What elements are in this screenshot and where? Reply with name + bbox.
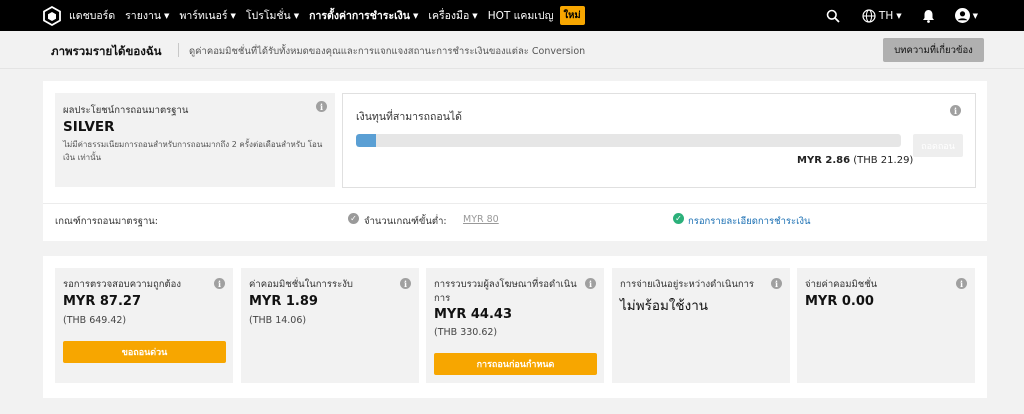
info-icon[interactable]: i [214, 278, 225, 289]
check-circle-icon: ✓ [673, 213, 684, 224]
nav-hot-campaign[interactable]: HOT แคมเปญ [488, 7, 554, 24]
account-menu[interactable]: ▼ [954, 8, 978, 23]
info-icon[interactable]: i [400, 278, 411, 289]
nav-tools-label: เครื่องมือ [428, 10, 470, 22]
nav-partners[interactable]: พาร์ทเนอร์ ▼ [179, 7, 235, 24]
page-title: ภาพรวมรายได้ของฉัน [51, 44, 162, 58]
chevron-down-icon: ▼ [972, 11, 978, 20]
early-withdraw-button[interactable]: การถอนก่อนกำหนด [434, 353, 597, 375]
funds-label: เงินทุนที่สามารถถอนได้ [356, 111, 462, 123]
minimum-threshold-label: จำนวนเกณฑ์ขั้นต่ำ: [364, 216, 447, 227]
card-status: ไม่พร้อมใช้งาน [620, 298, 709, 314]
info-icon[interactable]: i [956, 278, 967, 289]
card-sub-amount: (THB 14.06) [249, 315, 307, 326]
card-amount: MYR 0.00 [805, 294, 874, 309]
user-avatar-icon [954, 8, 970, 23]
nav-tools[interactable]: เครื่องมือ ▼ [428, 7, 477, 24]
nav-partners-label: พาร์ทเนอร์ [179, 10, 228, 22]
check-circle-icon: ✓ [348, 213, 359, 224]
nav-promotions[interactable]: โปรโมชั่น ▼ [246, 7, 299, 24]
withdrawal-progress-bar [356, 134, 901, 147]
page-description: ดูค่าคอมมิชชั่นที่ได้รับทั้งหมดของคุณและ… [189, 46, 586, 57]
nav-promotions-label: โปรโมชั่น [245, 10, 291, 22]
withdrawable-funds-box: เงินทุนที่สามารถถอนได้ i ถอดถอน MYR 2.86… [342, 93, 976, 188]
criteria-label: เกณฑ์การถอนมาตรฐาน: [55, 216, 158, 227]
bell-icon[interactable] [922, 9, 935, 23]
withdrawal-progress-fill [356, 134, 376, 147]
search-icon[interactable] [826, 9, 840, 23]
nav-reports[interactable]: รายงาน ▼ [125, 7, 169, 24]
withdrawal-panel: ผลประโยชน์การถอนมาตรฐาน i SILVER ไม่มีค่… [43, 81, 987, 241]
chevron-down-icon: ▼ [896, 11, 902, 20]
withdrawal-criteria-row: เกณฑ์การถอนมาตรฐาน: ✓ จำนวนเกณฑ์ขั้นต่ำ:… [43, 203, 987, 233]
commission-cards-panel: รอการตรวจสอบความถูกต้อง i MYR 87.27 (THB… [43, 256, 987, 398]
chevron-down-icon: ▼ [472, 11, 478, 20]
card-title: การรวบรวมผู้ลงโฆษณาที่รอดำเนินการ [434, 279, 577, 304]
logo-icon[interactable] [42, 5, 62, 26]
chevron-down-icon: ▼ [412, 11, 419, 20]
funds-amount-thb: (THB 21.29) [853, 155, 914, 166]
card-pending-validation: รอการตรวจสอบความถูกต้อง i MYR 87.27 (THB… [55, 268, 233, 383]
info-icon[interactable]: i [316, 101, 327, 112]
tier-label: ผลประโยชน์การถอนมาตรฐาน [63, 105, 189, 116]
card-pending-advertiser: การรวบรวมผู้ลงโฆษณาที่รอดำเนินการ i MYR … [426, 268, 604, 383]
tier-box: ผลประโยชน์การถอนมาตรฐาน i SILVER ไม่มีค่… [55, 93, 335, 187]
nav-reports-label: รายงาน [125, 10, 162, 22]
language-label: TH [878, 9, 894, 22]
info-icon[interactable]: i [771, 278, 782, 289]
chevron-down-icon: ▼ [164, 11, 170, 20]
card-amount: MYR 1.89 [249, 294, 318, 309]
chevron-down-icon: ▼ [293, 11, 300, 20]
card-title: รอการตรวจสอบความถูกต้อง [63, 279, 182, 290]
nav-payment-settings-label: การตั้งค่าการชำระเงิน [309, 10, 410, 22]
card-title: จ่ายค่าคอมมิชชั่น [805, 279, 878, 290]
card-amount: MYR 44.43 [434, 307, 513, 322]
globe-icon [862, 8, 876, 23]
nav-payment-settings[interactable]: การตั้งค่าการชำระเงิน ▼ [309, 7, 418, 24]
payment-details-link[interactable]: กรอกรายละเอียดการชำระเงิน [688, 214, 810, 229]
withdraw-button[interactable]: ถอดถอน [913, 134, 963, 157]
card-sub-amount: (THB 330.62) [434, 327, 498, 338]
top-navigation-bar: แดชบอร์ด รายงาน ▼ พาร์ทเนอร์ ▼ โปรโมชั่น ▼ … [0, 0, 1024, 31]
nav-dashboard[interactable]: แดชบอร์ด [69, 7, 115, 24]
language-selector[interactable]: TH ▼ [862, 8, 902, 23]
tier-description: ไม่มีค่าธรรมเนียมการถอนสำหรับการถอนมากถึ… [63, 140, 323, 162]
card-on-hold: ค่าคอมมิชชั่นในการระงับ i MYR 1.89 (THB … [241, 268, 419, 383]
card-paid-commission: จ่ายค่าคอมมิชชั่น i MYR 0.00 [797, 268, 975, 383]
page-header: ภาพรวมรายได้ของฉัน ดูค่าคอมมิชชั่นที่ได้… [0, 31, 1024, 69]
funds-amount-myr: MYR 2.86 [797, 155, 851, 166]
header-divider [178, 43, 179, 57]
minimum-threshold-value: MYR 80 [463, 214, 499, 225]
info-icon[interactable]: i [950, 105, 961, 116]
new-badge: ใหม่ [559, 6, 585, 25]
related-articles-button[interactable]: บทความที่เกี่ยวข้อง [883, 38, 984, 62]
tier-name: SILVER [63, 119, 115, 135]
card-payment-in-progress: การจ่ายเงินอยู่ระหว่างดำเนินการ i ไม่พร้… [612, 268, 790, 383]
nav-right-group: TH ▼ ▼ [826, 0, 1024, 31]
express-withdraw-button[interactable]: ขอถอนด่วน [63, 341, 226, 363]
funds-amount: MYR 2.86 (THB 21.29) [797, 155, 913, 166]
chevron-down-icon: ▼ [230, 11, 236, 20]
card-sub-amount: (THB 649.42) [63, 315, 127, 326]
card-amount: MYR 87.27 [63, 294, 142, 309]
card-title: การจ่ายเงินอยู่ระหว่างดำเนินการ [620, 279, 755, 290]
card-title: ค่าคอมมิชชั่นในการระงับ [249, 279, 353, 290]
info-icon[interactable]: i [585, 278, 596, 289]
